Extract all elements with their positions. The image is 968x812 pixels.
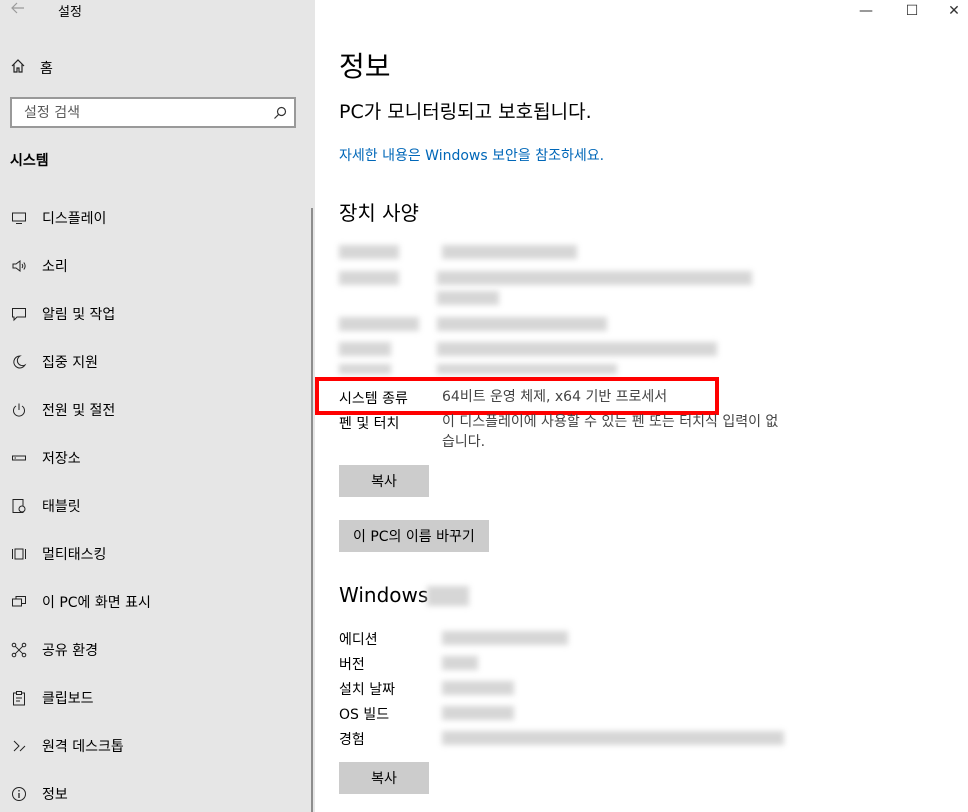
copy-button[interactable]: 복사 [339,465,429,497]
redacted-label [339,342,391,356]
sidebar-item-label: 정보 [42,787,68,803]
sidebar-item-label: 원격 데스크톱 [42,739,124,755]
page-title: 정보 [339,50,391,83]
install-date-label: 설치 날짜 [339,682,395,698]
copy-button-2[interactable]: 복사 [339,762,429,794]
sidebar-item-label: 소리 [42,259,68,275]
power-icon [10,401,28,419]
sidebar-item-label: 전원 및 절전 [42,403,116,419]
remote-icon [10,737,28,755]
redacted-label [339,364,391,374]
clipboard-icon [10,689,28,707]
sidebar-item-shared-experiences[interactable]: 공유 환경 [10,635,300,665]
speaker-icon [10,257,28,275]
sidebar-item-label: 클립보드 [42,691,94,707]
main-content: 정보 PC가 모니터링되고 보호됩니다. 자세한 내용은 Windows 보안을… [315,0,968,812]
sidebar-item-label: 공유 환경 [42,643,98,659]
pen-touch-value: 이 디스플레이에 사용할 수 있는 펜 또는 터치식 입력이 없습니다. [442,414,779,450]
share-icon [10,641,28,659]
sidebar-item-power[interactable]: 전원 및 절전 [10,395,300,425]
sidebar-item-label: 이 PC에 화면 표시 [42,595,151,611]
project-icon [10,593,28,611]
notification-icon [10,305,28,323]
sidebar-item-remote-desktop[interactable]: 원격 데스크톱 [10,731,300,761]
tablet-icon [10,497,28,515]
edition-label: 에디션 [339,632,378,648]
protection-status: PC가 모니터링되고 보호됩니다. [339,101,592,123]
redacted-value [442,731,784,745]
app-title: 설정 [58,5,82,20]
sidebar-item-tablet[interactable]: 태블릿 [10,491,300,521]
sidebar-item-storage[interactable]: 저장소 [10,443,300,473]
redacted-value [442,245,577,259]
device-specs-heading: 장치 사양 [339,201,419,225]
experience-label: 경험 [339,732,365,748]
redacted-value [437,317,607,331]
moon-icon [10,353,28,371]
sidebar-item-label: 알림 및 작업 [42,307,116,323]
home-nav-item[interactable]: 홈 [10,56,53,80]
sidebar-item-clipboard[interactable]: 클립보드 [10,683,300,713]
sidebar-scrollbar[interactable] [311,208,313,812]
home-icon [10,58,26,78]
version-label: 버전 [339,657,365,673]
storage-icon [10,449,28,467]
home-label: 홈 [40,61,53,77]
sidebar-item-label: 집중 지원 [42,355,98,371]
sidebar-item-label: 저장소 [42,451,81,467]
redacted-label [339,245,399,259]
sidebar-item-about[interactable]: 정보 [10,779,300,809]
redacted-value [437,291,499,305]
sidebar: 설정 홈 시스템 디스플레이 소리 알림 및 작업 집중 지원 전원 및 절전 … [0,0,315,812]
redacted-value [442,656,478,670]
redacted-value [442,631,568,645]
sidebar-item-notifications[interactable]: 알림 및 작업 [10,299,300,329]
section-header-system: 시스템 [10,153,49,169]
windows-specs-heading-text: Windows [339,583,429,607]
os-build-label: OS 빌드 [339,707,390,723]
sidebar-item-multitasking[interactable]: 멀티태스킹 [10,539,300,569]
sidebar-item-label: 태블릿 [42,499,81,515]
highlight-box [315,377,719,415]
redacted-value [427,586,469,606]
multitasking-icon [10,545,28,563]
sidebar-item-focus-assist[interactable]: 집중 지원 [10,347,300,377]
redacted-value [442,706,514,720]
info-icon [10,785,28,803]
sidebar-item-display[interactable]: 디스플레이 [10,203,300,233]
sidebar-item-sound[interactable]: 소리 [10,251,300,281]
redacted-value [437,342,717,356]
redacted-value [442,681,514,695]
back-arrow-icon[interactable] [10,0,30,20]
security-link[interactable]: 자세한 내용은 Windows 보안을 참조하세요. [339,145,604,165]
sidebar-item-label: 멀티태스킹 [42,547,107,563]
redacted-label [339,271,399,285]
redacted-value [437,364,617,374]
search-box[interactable] [10,97,296,128]
sidebar-item-label: 디스플레이 [42,211,107,227]
windows-specs-heading: Windows [339,583,428,607]
sidebar-item-project-to-pc[interactable]: 이 PC에 화면 표시 [10,587,300,617]
display-icon [10,209,28,227]
pen-touch-label: 펜 및 터치 [339,416,400,432]
redacted-label [339,317,419,331]
rename-pc-button[interactable]: 이 PC의 이름 바꾸기 [339,520,489,552]
search-input[interactable] [12,99,264,126]
search-icon[interactable] [272,105,288,121]
redacted-value [437,271,752,285]
